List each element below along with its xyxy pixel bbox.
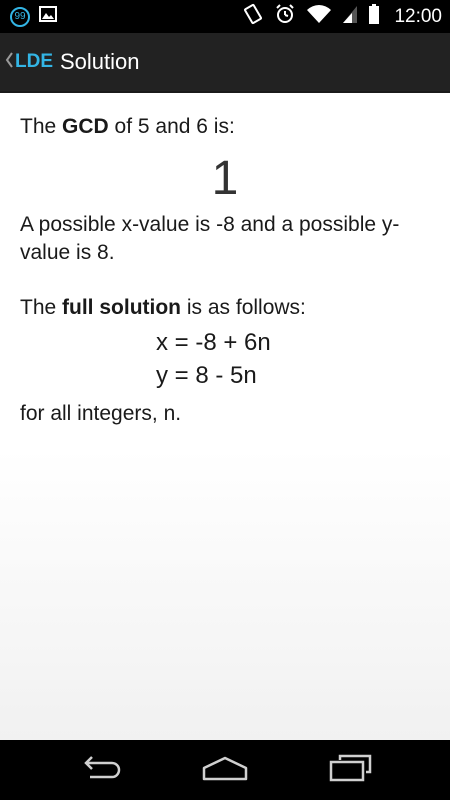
- up-navigation-button[interactable]: LDE: [0, 33, 53, 91]
- action-bar: LDE Solution: [0, 33, 450, 93]
- chevron-left-icon: [4, 50, 14, 75]
- full-keyword: full solution: [62, 296, 182, 319]
- battery-icon: [368, 3, 380, 30]
- gallery-icon: [39, 6, 57, 27]
- status-indicators: 12:00: [242, 0, 442, 33]
- cell-signal-icon: [342, 4, 358, 29]
- system-navigation-bar: [0, 740, 450, 800]
- back-icon: [78, 755, 122, 785]
- screen-rotation-icon: [242, 3, 264, 30]
- home-icon: [201, 755, 249, 786]
- screen-title: Solution: [60, 49, 140, 74]
- gcd-suffix: of 5 and 6 is:: [108, 115, 235, 138]
- integers-note: for all integers, n.: [20, 402, 182, 425]
- solution-content: The GCD of 5 and 6 is: 1 A possible x-va…: [0, 93, 450, 740]
- status-notifications: 99: [10, 6, 57, 27]
- gcd-result: 1: [211, 152, 239, 205]
- status-bar: 99 12:00: [0, 0, 450, 33]
- full-suffix: is as follows:: [181, 296, 306, 319]
- recent-apps-button[interactable]: [275, 740, 425, 800]
- possible-values-text: A possible x-value is -8 and a possible …: [20, 213, 400, 264]
- alarm-icon: [274, 3, 296, 30]
- status-clock: 12:00: [394, 5, 442, 27]
- gcd-prefix: The: [20, 115, 63, 138]
- full-solution-heading: The full solution is as follows:: [20, 296, 306, 320]
- equation-y: y = 8 - 5n: [156, 362, 257, 389]
- wifi-icon: [306, 4, 332, 29]
- full-prefix: The: [20, 296, 63, 319]
- gcd-keyword: GCD: [62, 115, 109, 138]
- app-name-logo: LDE: [15, 51, 53, 72]
- gcd-statement: The GCD of 5 and 6 is:: [20, 115, 235, 139]
- notification-count-icon: 99: [10, 6, 30, 27]
- equation-x: x = -8 + 6n: [156, 329, 271, 356]
- recent-apps-icon: [328, 754, 372, 787]
